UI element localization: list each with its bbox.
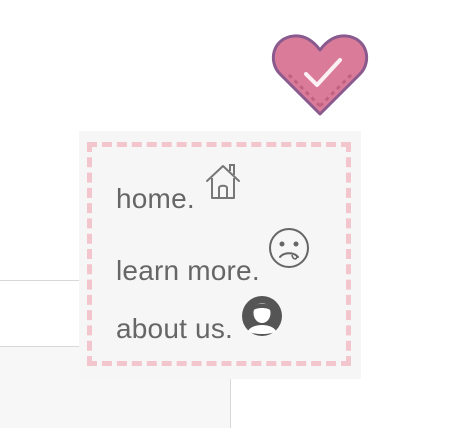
user-avatar-icon <box>241 295 283 337</box>
menu-item-home[interactable]: home. <box>116 164 243 215</box>
menu-item-label: home. <box>116 183 195 214</box>
menu-item-label: about us. <box>116 313 233 344</box>
heart-check-icon[interactable] <box>270 30 370 120</box>
home-icon <box>203 161 243 201</box>
background-divider <box>0 280 80 281</box>
menu-item-learn-more[interactable]: learn more. <box>116 228 310 287</box>
nav-menu: home. learn more. about us. <box>79 131 361 379</box>
menu-item-label: learn more. <box>116 255 260 286</box>
menu-item-about-us[interactable]: about us. <box>116 296 283 345</box>
sad-face-icon <box>268 227 310 269</box>
